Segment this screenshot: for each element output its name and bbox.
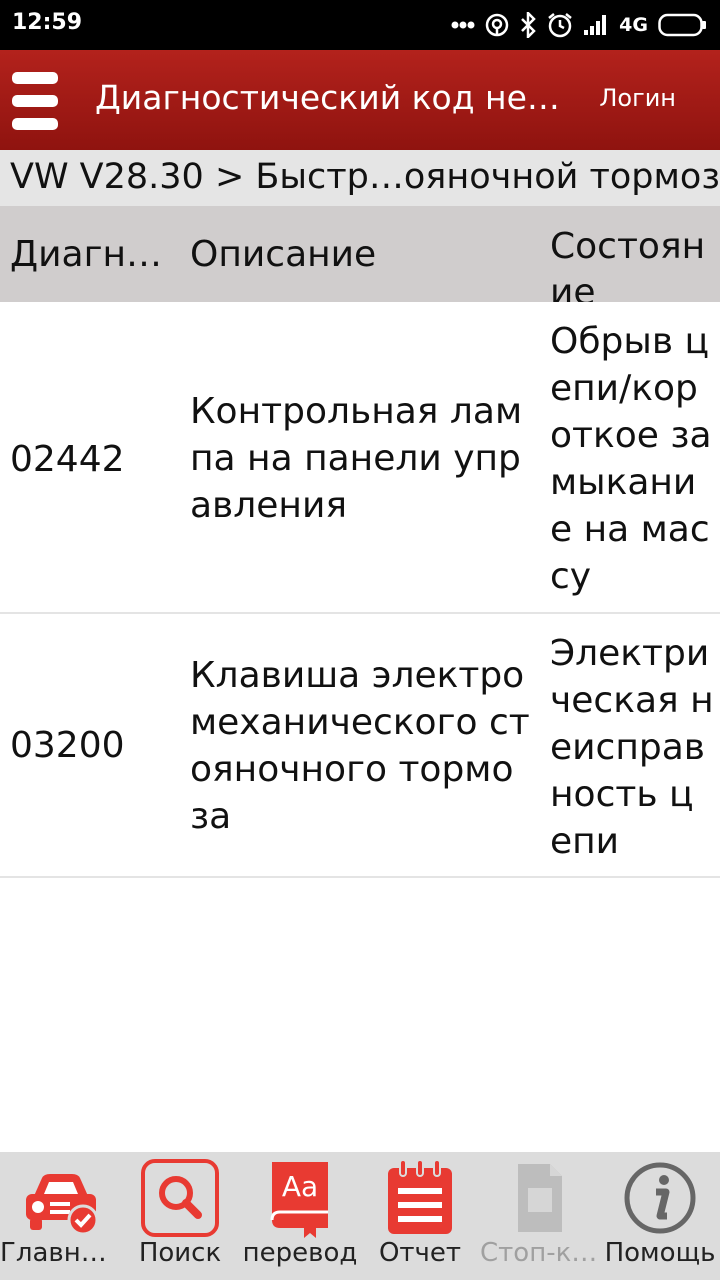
tab-home[interactable]: Главна… [0, 1152, 120, 1280]
translate-icon: Aa [260, 1158, 340, 1238]
breadcrumb: VW V28.30 > Быстр…ояночной тормоз [0, 150, 720, 206]
more-dots-icon [451, 21, 475, 29]
bottom-navigation: Главна… Поиск Aa перевод Отчет Стоп-ка… … [0, 1152, 720, 1280]
row-code: 02442 [10, 439, 125, 480]
breadcrumb-text: VW V28.30 > Быстр…ояночной тормоз [10, 157, 720, 197]
alarm-icon [547, 12, 573, 38]
tab-translate[interactable]: Aa перевод [240, 1152, 360, 1280]
row-code: 03200 [10, 725, 125, 766]
page-title: Диагностический код не… [95, 78, 560, 117]
tab-freeze-frame[interactable]: Стоп-ка… [480, 1152, 600, 1280]
row-description: Контрольная лампа на панели управления [190, 391, 523, 526]
tab-translate-label: перевод [242, 1238, 358, 1268]
column-header-description[interactable]: Описание [190, 234, 376, 275]
login-button[interactable]: Логин [599, 84, 676, 112]
freeze-frame-icon [500, 1158, 580, 1238]
tab-freeze-frame-label: Стоп-ка… [480, 1238, 600, 1268]
table-header: Диагн… Описание Состоян ие [0, 206, 720, 302]
column-header-code[interactable]: Диагн… [10, 234, 162, 275]
info-icon [620, 1158, 700, 1238]
tab-search[interactable]: Поиск [120, 1152, 240, 1280]
bluetooth-icon [519, 12, 537, 38]
status-bar: 12:59 4G [0, 0, 720, 50]
svg-text:Aa: Aa [282, 1170, 318, 1203]
status-icons: 4G [451, 11, 708, 39]
tab-help[interactable]: Помощь [600, 1152, 720, 1280]
row-state: Обрыв цепи/короткое замыкание на массу [550, 321, 712, 597]
tab-help-label: Помощь [604, 1238, 716, 1268]
hotspot-icon [485, 13, 509, 37]
status-time: 12:59 [12, 10, 83, 35]
table-row[interactable]: 02442 Контрольная лампа на панели управл… [0, 302, 720, 614]
report-icon [380, 1158, 460, 1238]
network-type: 4G [619, 14, 648, 36]
tab-search-label: Поиск [138, 1238, 222, 1268]
column-header-state[interactable]: Состоян ие [550, 224, 715, 302]
hamburger-menu-icon[interactable] [12, 72, 60, 130]
search-icon [140, 1158, 220, 1238]
table-row[interactable]: 03200 Клавиша электромеханического стоян… [0, 614, 720, 878]
tab-report[interactable]: Отчет [360, 1152, 480, 1280]
battery-icon [658, 13, 708, 37]
tab-home-label: Главна… [0, 1238, 120, 1268]
tab-report-label: Отчет [378, 1238, 462, 1268]
row-state: Электрическая неисправность цепи [550, 633, 714, 862]
app-bar: Диагностический код не… Логин [0, 50, 720, 150]
car-home-icon [20, 1158, 100, 1238]
row-description: Клавиша электромеханического стояночного… [190, 655, 530, 837]
signal-icon [583, 14, 609, 36]
